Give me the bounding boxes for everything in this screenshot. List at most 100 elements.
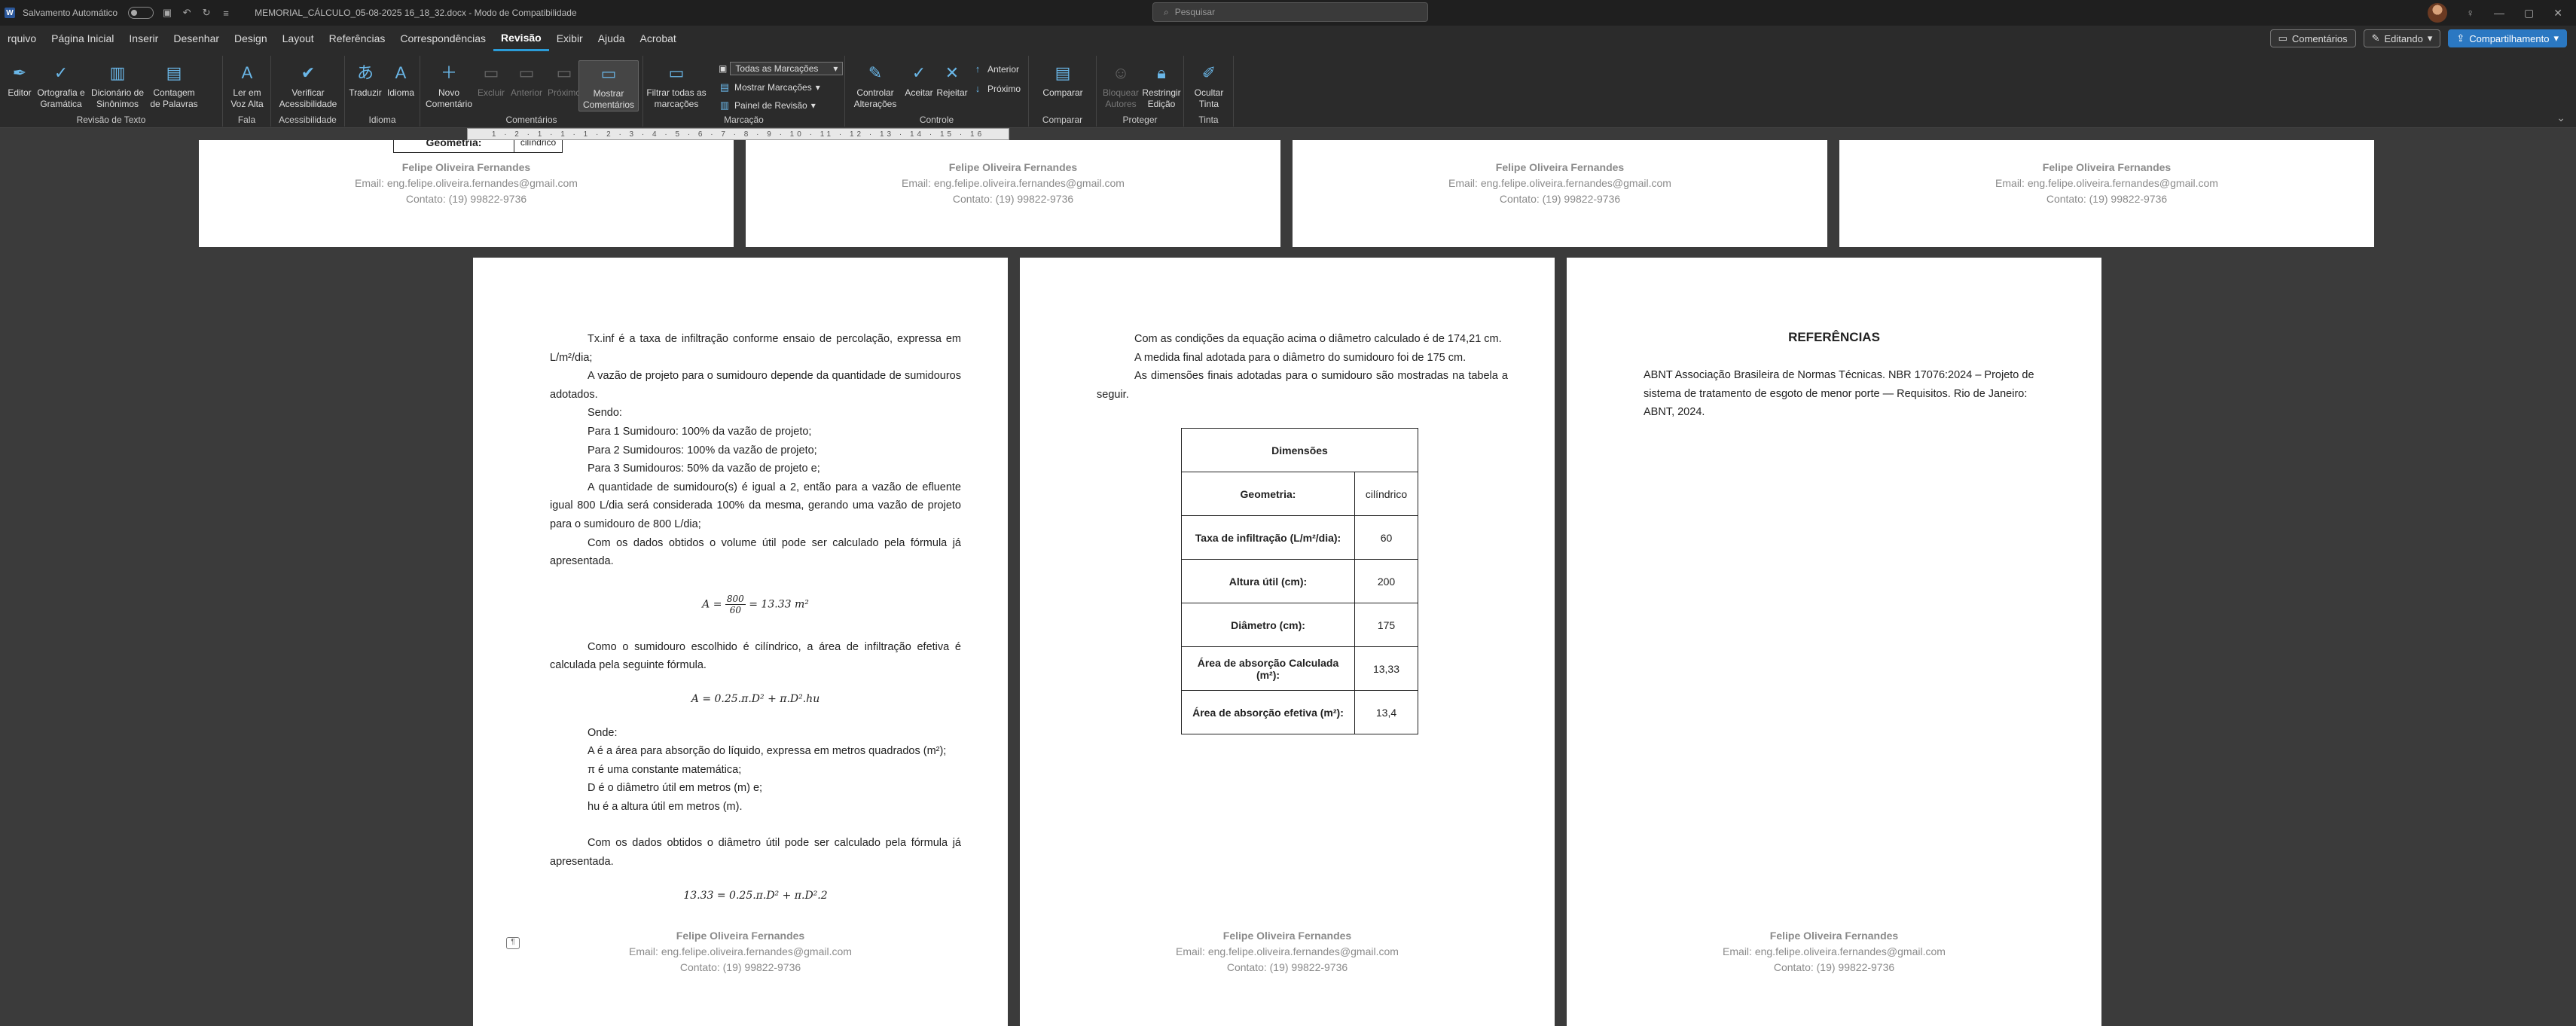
page-dimensions[interactable]: Com as condições da equação acima o diâm… — [1020, 258, 1555, 1026]
ribbon-tabs: rquivo Página Inicial Inserir Desenhar D… — [0, 26, 2576, 51]
horizontal-ruler[interactable]: 1 · 2 · 1 · 1 · 1 · 2 · 3 · 4 · 5 · 6 · … — [467, 128, 1009, 140]
paragraph: Para 3 Sumidouros: 50% da vazão de proje… — [588, 463, 820, 475]
compare-button[interactable]: ▤ Comparar — [1035, 60, 1091, 99]
thesaurus-button[interactable]: ▥ Dicionário de Sinônimos — [89, 60, 146, 110]
tab-draw[interactable]: Desenhar — [166, 26, 227, 51]
next-comment-button[interactable]: ▭ Próximo — [545, 60, 583, 99]
page-top-2[interactable]: Felipe Oliveira Fernandes Email: eng.fel… — [746, 140, 1280, 247]
table-cell-label: Geometria: — [393, 140, 514, 153]
customize-toolbar-icon[interactable]: ≡ — [220, 7, 232, 19]
dimensions-table-fragment: Geometria: cilíndrico — [393, 140, 563, 153]
tab-mailings[interactable]: Correspondências — [392, 26, 493, 51]
redo-icon[interactable]: ↻ — [200, 7, 212, 19]
page-top-4[interactable]: Felipe Oliveira Fernandes Email: eng.fel… — [1839, 140, 2374, 247]
delete-comment-button[interactable]: ▭ Excluir — [475, 60, 508, 99]
group-comments: ＋ Novo Comentário ▭ Excluir ▭ Anterior ▭ Pró… — [420, 56, 643, 127]
autosave-toggle[interactable] — [128, 7, 154, 19]
compare-label: Comparar — [1042, 87, 1083, 98]
equation-area: A = 800 60 = 13.33 m² — [550, 594, 961, 615]
show-markup-button[interactable]: ▤ Mostrar Marcações ▾ — [719, 81, 820, 93]
paragraph: Onde: — [588, 726, 618, 739]
group-proofing-label: Revisão de Texto — [76, 115, 146, 125]
collapse-ribbon-icon[interactable]: ⌄ — [2556, 111, 2565, 124]
next-comment-label: Próximo — [547, 87, 581, 98]
table-row: Taxa de infiltração (L/m²/dia): 60 — [1181, 515, 1418, 560]
filter-markup-button[interactable]: ▭ Filtrar todas as marcações — [646, 60, 707, 110]
comments-button-label: Comentários — [2291, 32, 2348, 44]
table-row: Área de absorção Calculada (m²): 13,33 — [1181, 646, 1418, 691]
footer-email: Email: eng.felipe.oliveira.fernandes@gma… — [902, 177, 1125, 189]
read-aloud-button[interactable]: A Ler em Voz Alta — [226, 60, 268, 110]
track-changes-button[interactable]: ✎ Controlar Alterações — [848, 60, 902, 110]
lightbulb-icon[interactable]: ♀ — [2467, 7, 2475, 19]
paragraph: Com os dados obtidos o diâmetro útil pod… — [550, 837, 961, 869]
page-calculation[interactable]: Tx.inf é a taxa de infiltração conforme … — [473, 258, 1008, 1026]
page-top-1[interactable]: Geometria: cilíndrico Felipe Oliveira Fe… — [199, 140, 734, 247]
accept-button[interactable]: ✓ Aceitar — [902, 60, 935, 99]
new-comment-button[interactable]: ＋ Novo Comentário — [423, 60, 475, 110]
wordcount-button[interactable]: ▤ Contagem de Palavras — [148, 60, 200, 110]
maximize-icon[interactable]: ▢ — [2524, 7, 2534, 20]
wordcount-icon: ▤ — [166, 63, 182, 82]
book-icon: ▥ — [109, 63, 126, 82]
translate-icon: あ — [356, 63, 374, 82]
tab-help[interactable]: Ajuda — [591, 26, 633, 51]
tab-review[interactable]: Revisão — [493, 26, 549, 51]
document-title[interactable]: MEMORIAL_CÁLCULO_05-08-2025 16_18_32.doc… — [255, 8, 577, 18]
editing-mode-button[interactable]: ✎ Editando ▾ — [2363, 29, 2441, 47]
undo-icon[interactable]: ↶ — [181, 7, 193, 19]
language-button[interactable]: A Idioma — [384, 60, 417, 99]
filter-markup-label: Filtrar todas as marcações — [646, 87, 707, 109]
footer-name: Felipe Oliveira Fernandes — [1769, 930, 1899, 942]
table-cell-value: 13,33 — [1354, 646, 1418, 691]
tab-layout[interactable]: Layout — [275, 26, 322, 51]
translate-button[interactable]: あ Traduzir — [348, 60, 383, 99]
editor-label: Editor — [8, 87, 32, 98]
table-cell-label: Geometria: — [1181, 472, 1355, 516]
comments-button[interactable]: ▭ Comentários — [2269, 29, 2356, 47]
next-change-button[interactable]: ↓ Próximo — [972, 83, 1021, 94]
page-footer: Felipe Oliveira Fernandes Email: eng.fel… — [1567, 928, 2101, 976]
spelling-button[interactable]: ✓ Ortografia e Gramática — [35, 60, 87, 110]
save-icon[interactable]: ▣ — [161, 7, 173, 19]
page-top-3[interactable]: Felipe Oliveira Fernandes Email: eng.fel… — [1293, 140, 1827, 247]
track-changes-label: Controlar Alterações — [853, 87, 897, 109]
reject-button[interactable]: ✕ Rejeitar — [935, 60, 969, 99]
page-references[interactable]: REFERÊNCIAS ABNT Associação Brasileira d… — [1567, 258, 2101, 1026]
group-tracking-label: Marcação — [724, 115, 764, 125]
group-comments-label: Comentários — [505, 115, 557, 125]
tab-design[interactable]: Design — [227, 26, 275, 51]
tab-acrobat[interactable]: Acrobat — [633, 26, 684, 51]
previous-change-button[interactable]: ↑ Anterior — [972, 63, 1019, 75]
tab-home[interactable]: Página Inicial — [44, 26, 121, 51]
tab-insert[interactable]: Inserir — [121, 26, 166, 51]
new-comment-label: Novo Comentário — [425, 87, 473, 109]
tab-view[interactable]: Exibir — [549, 26, 591, 51]
accept-icon: ✓ — [911, 63, 926, 82]
avatar[interactable] — [2427, 3, 2447, 23]
word-logo-icon: W — [5, 8, 15, 18]
document-workspace[interactable]: Geometria: cilíndrico Felipe Oliveira Fe… — [0, 140, 2576, 1026]
tab-references[interactable]: Referências — [322, 26, 393, 51]
lock-icon: 🔒︎ — [1157, 63, 1166, 82]
search-input[interactable]: ⌕ Pesquisar — [1152, 2, 1428, 22]
filter-markup-icon: ▭ — [668, 63, 685, 82]
hide-ink-button[interactable]: ✐ Ocultar Tinta — [1189, 60, 1229, 110]
spelling-label: Ortografia e Gramática — [37, 87, 85, 109]
markup-select[interactable]: ▣ Todas as Marcações ▾ — [719, 62, 844, 75]
close-icon[interactable]: ✕ — [2553, 7, 2562, 20]
table-row: Área de absorção efetiva (m²): 13,4 — [1181, 690, 1418, 734]
block-authors-button[interactable]: ☺ Bloquear Autores — [1100, 60, 1142, 110]
review-pane-button[interactable]: ▥ Painel de Revisão ▾ — [719, 99, 816, 111]
footer-name: Felipe Oliveira Fernandes — [1222, 930, 1352, 942]
share-button[interactable]: ⇪ Compartilhamento ▾ — [2448, 29, 2567, 47]
show-comments-button[interactable]: ▭ Mostrar Comentários — [578, 60, 639, 111]
title-bar: W Salvamento Automático ▣ ↶ ↻ ≡ MEMORIAL… — [0, 0, 2576, 26]
tab-file[interactable]: rquivo — [0, 26, 44, 51]
previous-comment-button[interactable]: ▭ Anterior — [508, 60, 545, 99]
paste-options-icon[interactable]: ¶ — [506, 937, 520, 949]
minimize-icon[interactable]: — — [2494, 7, 2504, 19]
editor-button[interactable]: ✒ Editor — [5, 60, 35, 99]
restrict-editing-button[interactable]: 🔒︎ Restringir Edição — [1140, 60, 1183, 110]
check-accessibility-button[interactable]: ✔ Verificar Acessibilidade — [274, 60, 342, 110]
